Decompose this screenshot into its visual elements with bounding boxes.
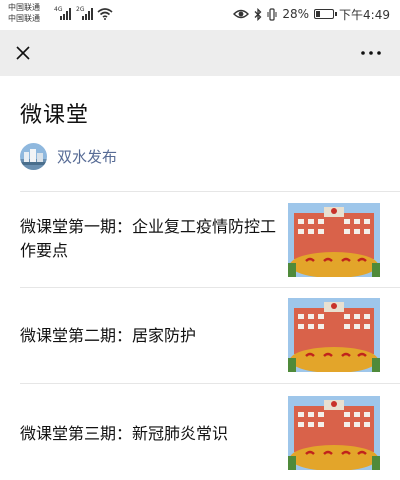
article-title: 微课堂第一期：企业复工疫情防控工作要点 (20, 217, 277, 260)
article-title: 微课堂第二期：居家防护 (20, 326, 197, 345)
signal-icon (60, 8, 71, 20)
battery-icon (314, 9, 338, 19)
article-thumbnail (288, 298, 380, 372)
battery-percent: 28% (282, 7, 310, 21)
status-right: 28% 下午4:49 (233, 6, 390, 22)
carrier-labels: 中国联通 中国联通 (8, 2, 40, 24)
bluetooth-icon (254, 7, 262, 21)
more-dots-icon (361, 51, 381, 55)
author-name: 双水发布 (57, 148, 118, 166)
eye-icon (233, 9, 250, 19)
article-thumbnail (288, 203, 380, 277)
page-title: 微课堂 (20, 103, 90, 128)
vibrate-icon (267, 7, 277, 21)
status-bar: 中国联通 中国联通 4G 2G 28% 下午4:49 (0, 0, 400, 30)
nav-bar (0, 30, 400, 76)
close-button[interactable] (8, 38, 38, 68)
status-time: 下午4:49 (339, 7, 390, 22)
avatar (20, 143, 47, 170)
article-item-3[interactable]: 微课堂第三期：新冠肺炎常识 (0, 384, 400, 480)
article-thumbnail (288, 396, 380, 470)
more-button[interactable] (356, 38, 386, 68)
wifi-icon (97, 8, 113, 20)
article-item-1[interactable]: 微课堂第一期：企业复工疫情防控工作要点 (0, 192, 400, 288)
close-icon (16, 46, 30, 60)
carrier-label-2: 中国联通 (8, 14, 40, 23)
signal-icon-2 (82, 8, 93, 20)
article-item-2[interactable]: 微课堂第二期：居家防护 (0, 288, 400, 384)
author-link[interactable]: 双水发布 (20, 143, 117, 170)
article-title: 微课堂第三期：新冠肺炎常识 (20, 424, 229, 443)
carrier-label-1: 中国联通 (8, 3, 40, 12)
avatar-image (20, 143, 47, 170)
battery-fill (316, 11, 321, 17)
